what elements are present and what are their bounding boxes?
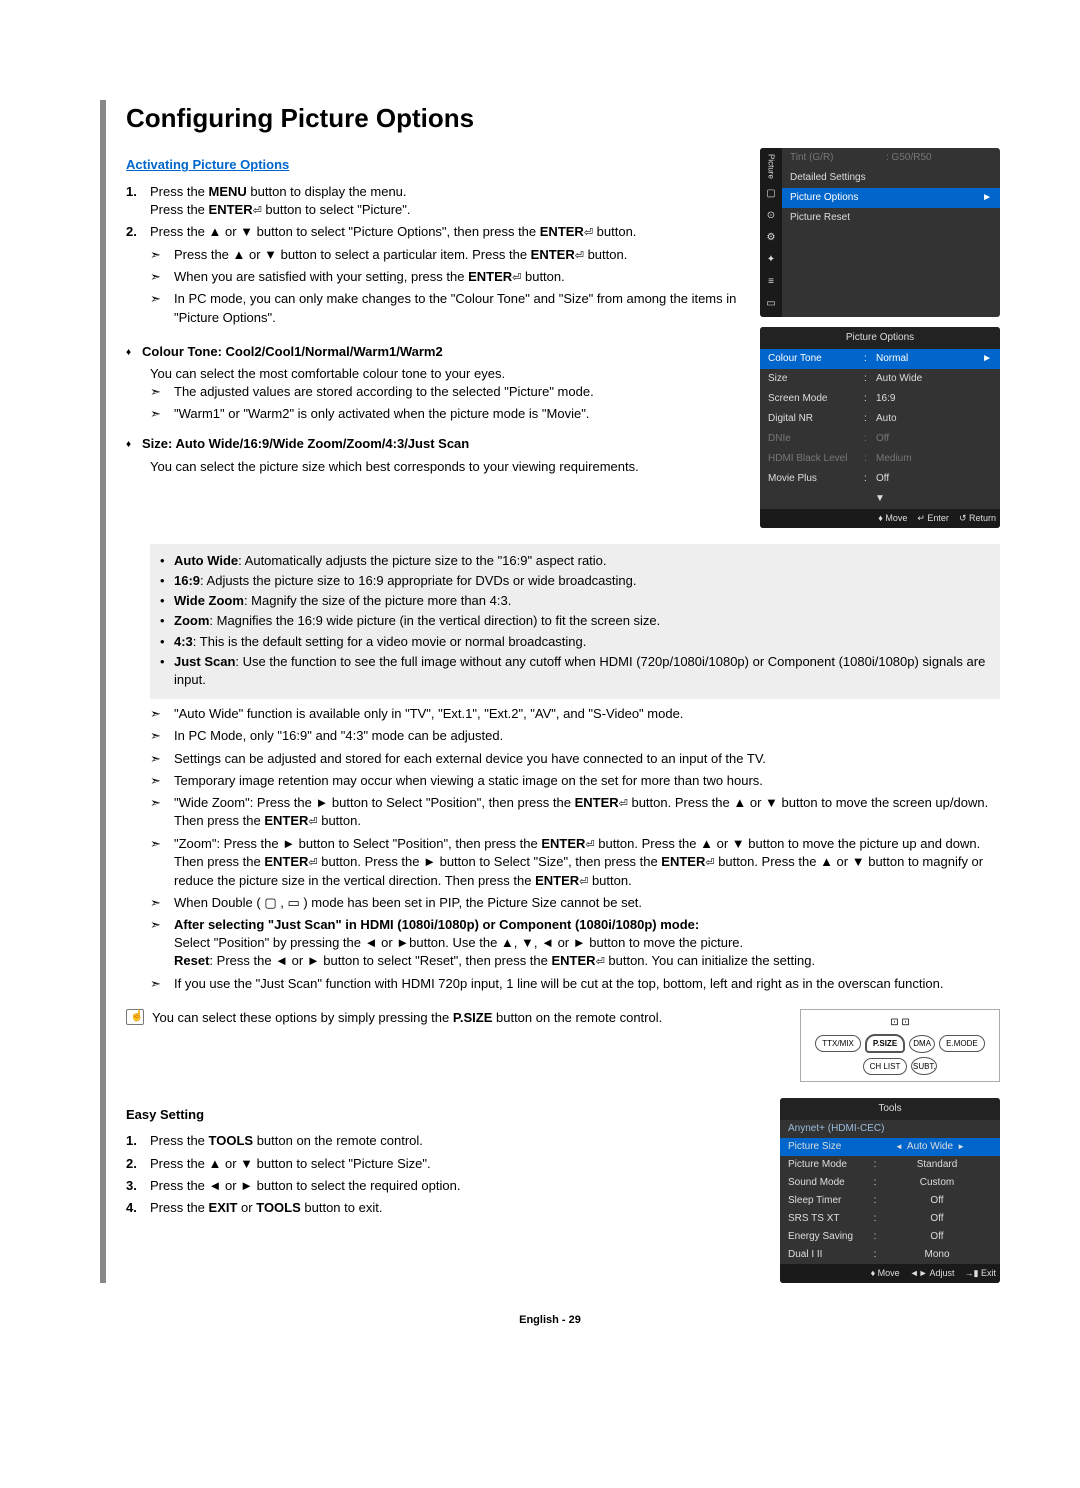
- note-satisfied: When you are satisfied with your setting…: [150, 268, 740, 286]
- remote-chlist[interactable]: CH LIST: [863, 1058, 908, 1075]
- easy-step-1: Press the TOOLS button on the remote con…: [126, 1132, 740, 1150]
- easy-step-2: Press the ▲ or ▼ button to select "Pictu…: [126, 1155, 740, 1173]
- note-justscan: After selecting "Just Scan" in HDMI (108…: [150, 916, 1000, 971]
- note-720p-cut: If you use the "Just Scan" function with…: [150, 975, 1000, 993]
- colour-tone-heading: Colour Tone: Cool2/Cool1/Normal/Warm1/Wa…: [126, 343, 740, 361]
- osd-tools: Tools Anynet+ (HDMI-CEC) Picture Size◄Au…: [780, 1098, 1000, 1283]
- note-pcmode-sizes: In PC Mode, only "16:9" and "4:3" mode c…: [150, 727, 1000, 745]
- page-title: Configuring Picture Options: [126, 100, 1000, 136]
- remote-ttx[interactable]: TTX/MIX: [815, 1035, 861, 1052]
- remote-buttons: ⊡ ⊡ TTX/MIX P.SIZE DMA E.MODE CH LIST SU…: [800, 1009, 1000, 1082]
- remote-dma[interactable]: DMA: [909, 1035, 935, 1053]
- note-autowide-modes: "Auto Wide" function is available only i…: [150, 705, 1000, 723]
- psize-tip: You can select these options by simply p…: [152, 1009, 792, 1082]
- page-footer: English - 29: [100, 1313, 1000, 1328]
- note-pc-mode: In PC mode, you can only make changes to…: [150, 290, 740, 326]
- easy-step-4: Press the EXIT or TOOLS button to exit.: [126, 1199, 740, 1217]
- remote-psize[interactable]: P.SIZE: [865, 1034, 905, 1053]
- osd-picture-options: Picture Options Colour Tone:Normal► Size…: [760, 327, 1000, 528]
- colour-tone-note-2: "Warm1" or "Warm2" is only activated whe…: [150, 405, 740, 423]
- section-activating: Activating Picture Options: [126, 156, 740, 174]
- note-double-pip: When Double ( ▢ , ▭ ) mode has been set …: [150, 894, 1000, 912]
- size-heading: Size: Auto Wide/16:9/Wide Zoom/Zoom/4:3/…: [126, 435, 740, 453]
- note-widezoom: "Wide Zoom": Press the ► button to Selec…: [150, 794, 1000, 831]
- size-desc: You can select the picture size which be…: [126, 458, 740, 476]
- osd-picture-options-row[interactable]: Picture Options►: [782, 188, 1000, 208]
- remote-subt[interactable]: SUBT.: [911, 1057, 937, 1075]
- remote-emode[interactable]: E.MODE: [939, 1035, 985, 1052]
- osd-colour-tone-row[interactable]: Colour Tone:Normal►: [760, 349, 1000, 369]
- easy-setting-title: Easy Setting: [126, 1106, 740, 1124]
- osd-picture-menu: Picture ▢⊙⚙✦≡▭ Tint (G/R): G50/R50 Detai…: [760, 148, 1000, 317]
- easy-step-3: Press the ◄ or ► button to select the re…: [126, 1177, 740, 1195]
- step-2: Press the ▲ or ▼ button to select "Pictu…: [126, 223, 740, 241]
- anynet-label: Anynet+ (HDMI-CEC): [788, 1122, 884, 1136]
- step-1: Press the MENU button to display the men…: [126, 183, 740, 220]
- tools-picture-size-row[interactable]: Picture Size◄Auto Wide►: [780, 1138, 1000, 1156]
- note-zoom: "Zoom": Press the ► button to Select "Po…: [150, 835, 1000, 890]
- colour-tone-desc: You can select the most comfortable colo…: [126, 365, 740, 383]
- note-image-retention: Temporary image retention may occur when…: [150, 772, 1000, 790]
- note-select-item: Press the ▲ or ▼ button to select a part…: [150, 246, 740, 264]
- size-options-box: Auto Wide: Automatically adjusts the pic…: [150, 544, 1000, 699]
- note-external-device: Settings can be adjusted and stored for …: [150, 750, 1000, 768]
- hand-icon: [126, 1009, 144, 1025]
- colour-tone-note-1: The adjusted values are stored according…: [150, 383, 740, 401]
